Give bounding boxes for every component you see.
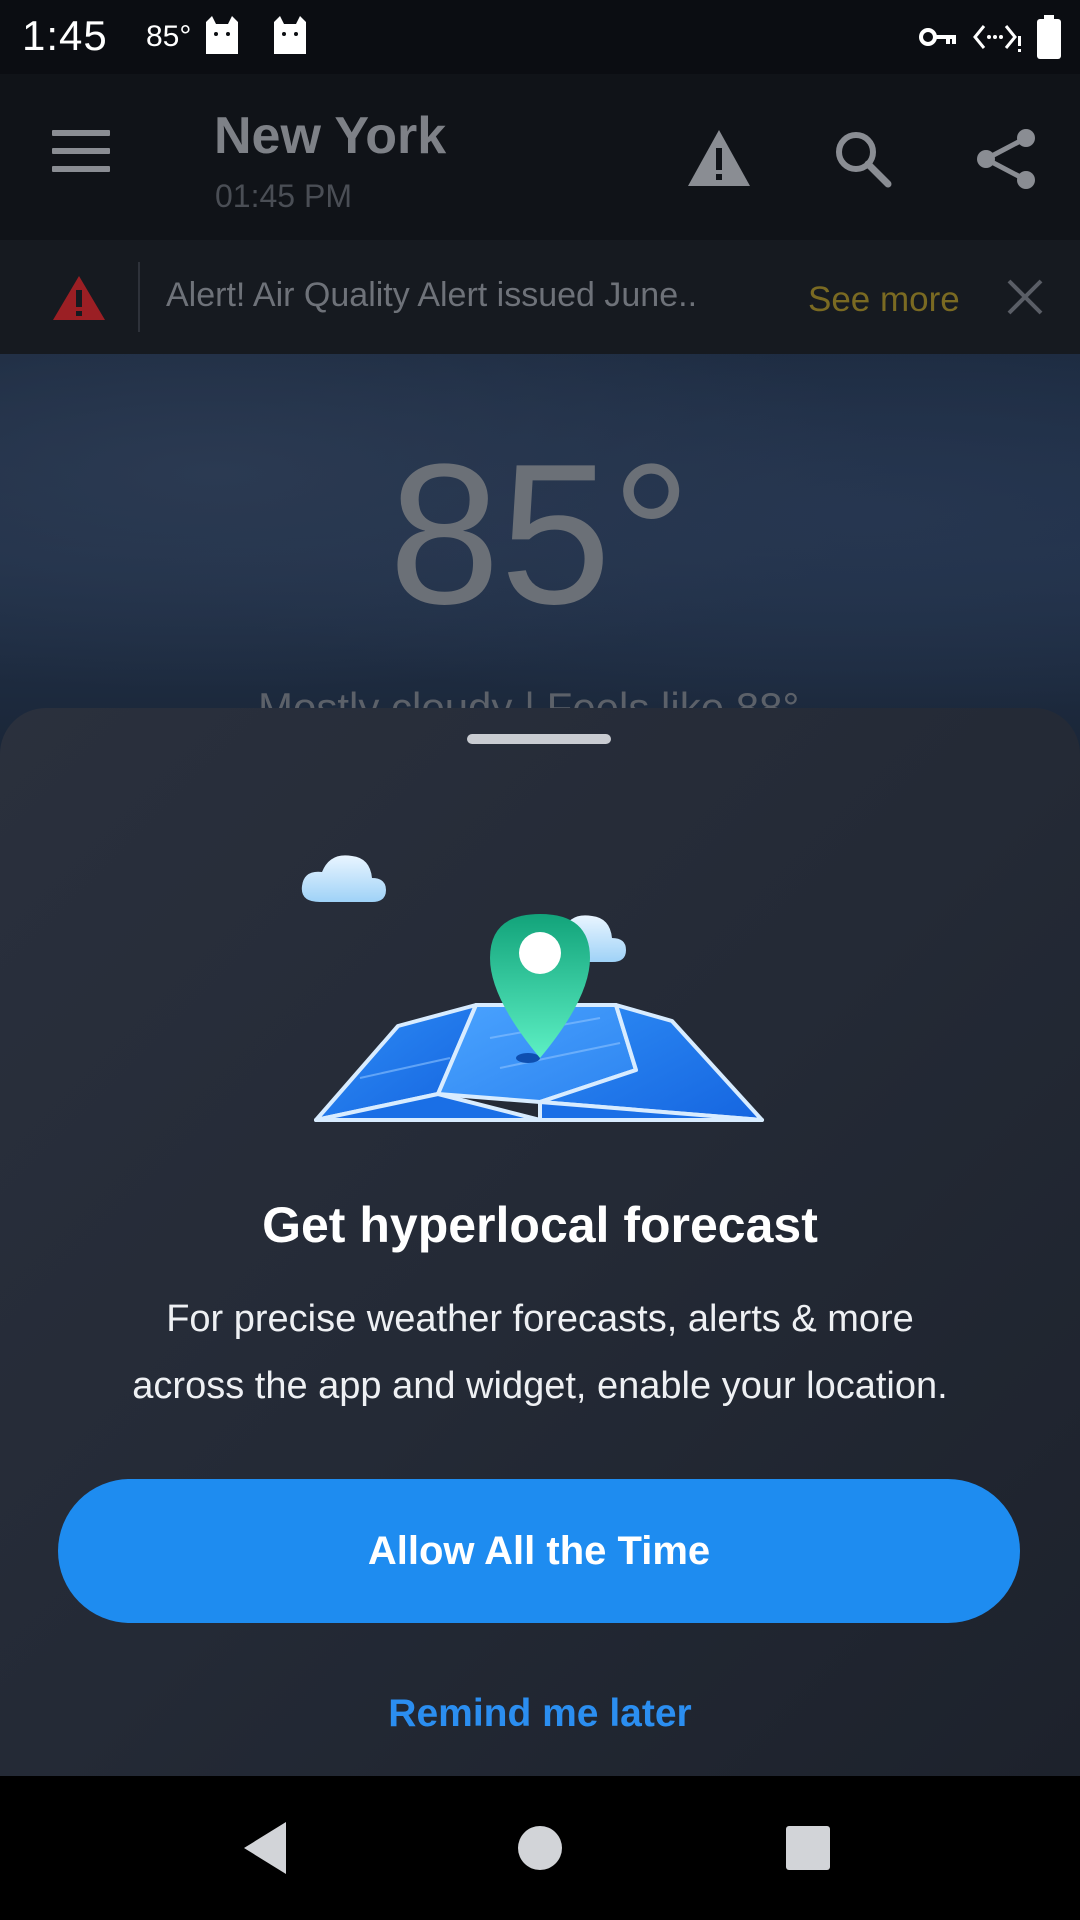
cat-icon (206, 16, 238, 54)
status-temperature: 85° (146, 20, 192, 53)
cloud-icon (301, 855, 386, 902)
alert-text: Alert! Air Quality Alert issued June.. (166, 276, 698, 314)
see-more-link[interactable]: See more (808, 280, 960, 320)
alert-banner[interactable]: Alert! Air Quality Alert issued June.. S… (0, 240, 1080, 354)
alert-warning-icon (53, 276, 105, 320)
menu-icon[interactable] (52, 130, 110, 172)
app-header: New York 01:45 PM (0, 74, 1080, 240)
cat-icon (274, 16, 306, 54)
status-bar: 1:45 85° (0, 0, 1080, 74)
sheet-body-line: across the app and widget, enable your l… (132, 1365, 948, 1407)
share-icon[interactable] (972, 124, 1042, 194)
back-icon[interactable] (236, 1816, 300, 1880)
search-icon[interactable] (828, 124, 898, 194)
city-name[interactable]: New York (214, 106, 446, 166)
status-time: 1:45 (22, 12, 108, 59)
warning-icon[interactable] (684, 124, 754, 194)
recents-icon[interactable] (776, 1816, 840, 1880)
map-pin-illustration (301, 855, 764, 1122)
location-bottom-sheet: Get hyperlocal forecast For precise weat… (0, 708, 1080, 1776)
sheet-body-line: For precise weather forecasts, alerts & … (166, 1298, 914, 1340)
sheet-body: For precise weather forecasts, alerts & … (60, 1286, 1020, 1420)
current-temperature: 85° (388, 423, 692, 646)
sheet-title: Get hyperlocal forecast (262, 1197, 818, 1253)
remind-me-later-link[interactable]: Remind me later (0, 1692, 1080, 1736)
code-signal-icon (973, 25, 1021, 52)
drag-handle[interactable] (467, 734, 611, 744)
navigation-bar (0, 1776, 1080, 1920)
home-icon[interactable] (508, 1816, 572, 1880)
current-weather: 85° Mostly cloudy | Feels like 88° (0, 354, 1080, 754)
local-time: 01:45 PM (215, 178, 352, 214)
alert-divider (138, 262, 140, 332)
status-icons (918, 14, 1062, 60)
close-icon[interactable] (1006, 278, 1044, 316)
battery-icon (1037, 15, 1061, 59)
allow-all-the-time-button[interactable]: Allow All the Time (58, 1479, 1020, 1623)
key-icon (919, 28, 956, 46)
